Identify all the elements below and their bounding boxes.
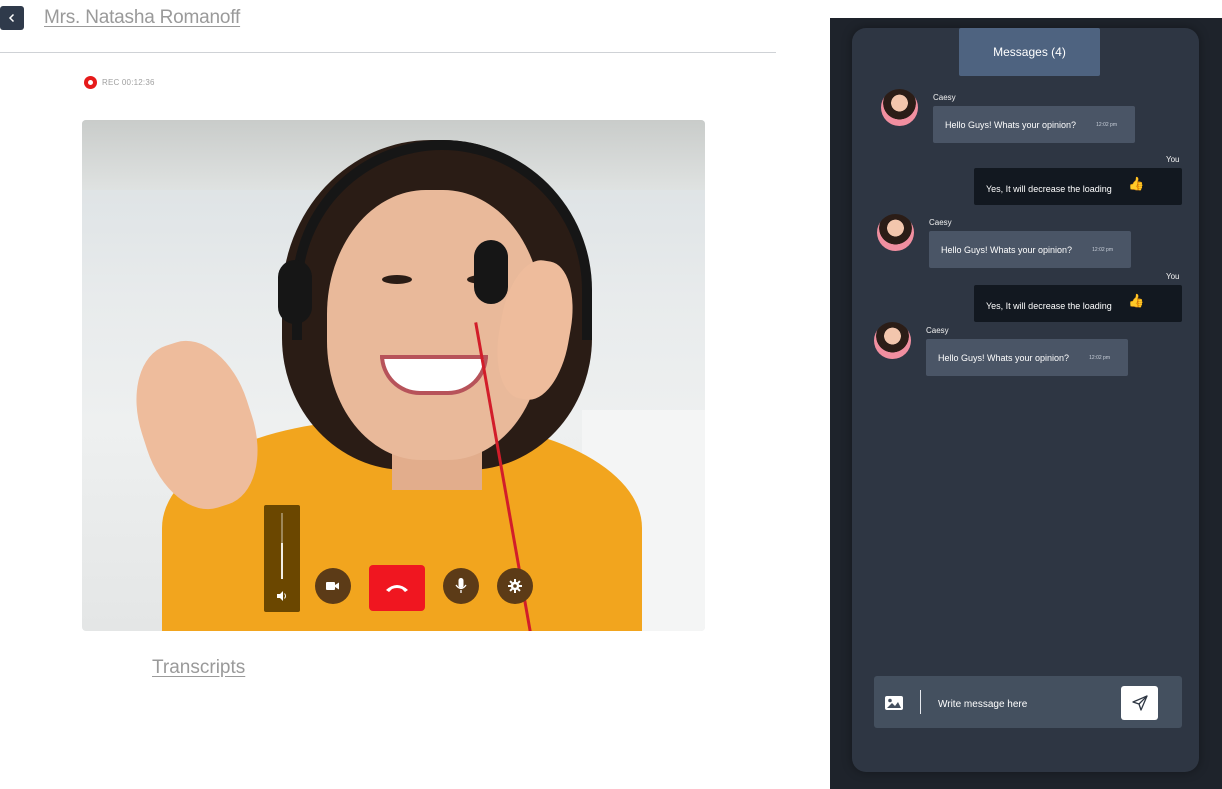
message-text: Hello Guys! Whats your opinion?	[938, 352, 1070, 363]
recording-label: REC 00:12:36	[102, 78, 155, 87]
sender-name: You	[1166, 272, 1180, 281]
avatar	[874, 322, 911, 359]
message-input[interactable]	[938, 699, 1108, 710]
sender-name: Caesy	[926, 326, 949, 335]
message-time: 12:02 pm	[1092, 246, 1113, 253]
chevron-left-icon	[8, 13, 15, 23]
microphone-button[interactable]	[443, 568, 479, 604]
record-icon	[84, 76, 97, 89]
thumbs-up-icon: 👍	[1128, 176, 1145, 191]
gear-icon	[508, 579, 522, 593]
message-text: Yes, It will decrease the loading	[986, 301, 1112, 311]
contact-name[interactable]: Mrs. Natasha Romanoff	[44, 7, 240, 29]
video-stream	[82, 120, 705, 631]
volume-level	[281, 543, 283, 579]
sender-name: You	[1166, 155, 1180, 164]
recording-indicator: REC 00:12:36	[84, 76, 155, 89]
send-button[interactable]	[1121, 686, 1158, 720]
thumbs-up-icon: 👍	[1128, 293, 1145, 308]
microphone-icon	[455, 578, 467, 593]
message-time: 12:02 pm	[1096, 121, 1117, 128]
back-button[interactable]	[0, 6, 24, 30]
end-call-button[interactable]	[369, 565, 425, 611]
message-text: Yes, It will decrease the loading	[986, 184, 1112, 194]
message-text: Hello Guys! Whats your opinion?	[941, 244, 1073, 255]
volume-slider[interactable]	[264, 505, 300, 612]
image-attach-icon[interactable]	[884, 695, 904, 711]
message-time: 12:02 pm	[1089, 354, 1110, 361]
message-bubble: Hello Guys! Whats your opinion? 12:02 pm	[929, 231, 1131, 268]
end-call-icon	[386, 585, 408, 592]
message-bubble: Yes, It will decrease the loading 👍	[974, 168, 1182, 205]
camera-icon	[326, 582, 339, 590]
message-composer	[874, 676, 1182, 728]
avatar	[881, 89, 918, 126]
avatar	[877, 214, 914, 251]
sender-name: Caesy	[933, 93, 956, 102]
send-icon	[1131, 695, 1148, 711]
composer-divider	[920, 690, 921, 714]
settings-button[interactable]	[497, 568, 533, 604]
camera-button[interactable]	[315, 568, 351, 604]
message-bubble: Hello Guys! Whats your opinion? 12:02 pm	[933, 106, 1135, 143]
volume-icon	[277, 591, 286, 601]
message-bubble: Hello Guys! Whats your opinion? 12:02 pm	[926, 339, 1128, 376]
message-bubble: Yes, It will decrease the loading 👍	[974, 285, 1182, 322]
message-text: Hello Guys! Whats your opinion?	[945, 119, 1077, 130]
sender-name: Caesy	[929, 218, 952, 227]
messages-tab[interactable]: Messages (4)	[959, 28, 1100, 76]
transcripts-link[interactable]: Transcripts	[152, 657, 245, 679]
header-divider	[0, 52, 776, 53]
